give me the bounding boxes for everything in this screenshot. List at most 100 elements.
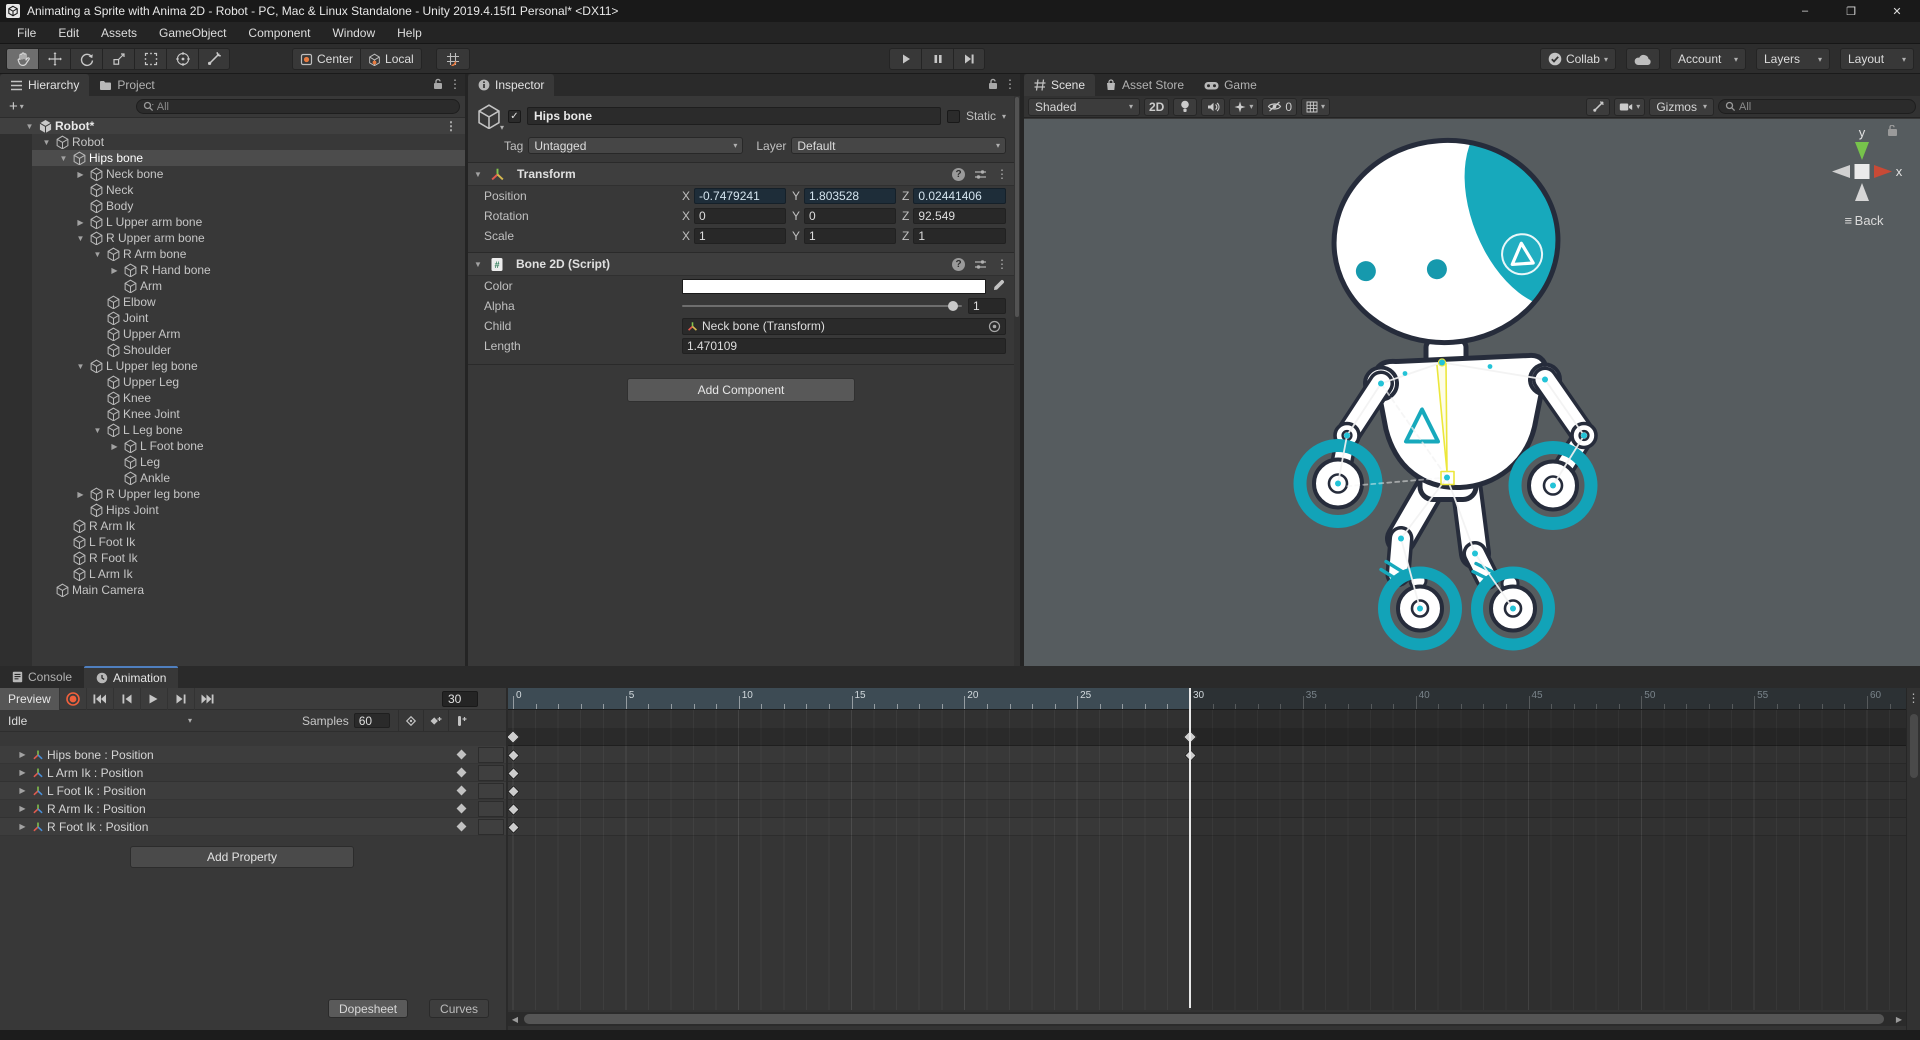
hierarchy-item-knee[interactable]: Knee [0, 390, 465, 406]
move-tool-button[interactable] [38, 48, 70, 70]
horizontal-scrollbar[interactable]: ◀ ▶ [508, 1012, 1906, 1026]
hierarchy-item-hips-bone[interactable]: ▼Hips bone [0, 150, 465, 166]
bone2d-component-header[interactable]: ▼ # Bone 2D (Script) ? ⋮ [468, 252, 1014, 276]
tab-game[interactable]: Game [1194, 74, 1267, 96]
panel-menu-icon[interactable]: ⋮ [1004, 77, 1016, 91]
transform-tool-button[interactable] [166, 48, 198, 70]
menu-gameobject[interactable]: GameObject [148, 22, 237, 44]
presets-icon[interactable] [974, 169, 987, 180]
hierarchy-item-shoulder[interactable]: Shoulder [0, 342, 465, 358]
keyframe-indicator-icon[interactable] [457, 804, 467, 814]
hierarchy-item-main-camera[interactable]: Main Camera [0, 582, 465, 598]
length-field[interactable]: 1.470109 [682, 338, 1006, 354]
menu-window[interactable]: Window [321, 22, 386, 44]
scrollbar-thumb[interactable] [524, 1014, 1884, 1024]
hierarchy-item-l-leg-bone[interactable]: ▼L Leg bone [0, 422, 465, 438]
foldout-icon[interactable]: ▼ [57, 154, 70, 163]
first-key-button[interactable] [86, 688, 113, 710]
hierarchy-item-r-hand-bone[interactable]: ▶R Hand bone [0, 262, 465, 278]
color-swatch[interactable] [682, 279, 986, 294]
foldout-icon[interactable]: ▶ [108, 266, 121, 275]
hierarchy-item-leg[interactable]: Leg [0, 454, 465, 470]
hierarchy-search-input[interactable] [157, 101, 453, 113]
scene-orientation-gizmo[interactable]: y x ≡ Back [1822, 125, 1906, 228]
keyframe-indicator-icon[interactable] [457, 750, 467, 760]
static-checkbox[interactable] [947, 110, 960, 123]
foldout-icon[interactable]: ▼ [74, 362, 87, 371]
account-dropdown[interactable]: Account▾ [1670, 48, 1746, 70]
timeline-ruler[interactable]: 051015202530354045505560 [508, 688, 1906, 710]
foldout-icon[interactable]: ▶ [74, 490, 87, 499]
menu-file[interactable]: File [6, 22, 47, 44]
vertical-scrollbar[interactable]: ⋮ [1906, 688, 1920, 1030]
tab-hierarchy[interactable]: Hierarchy [0, 74, 89, 96]
transform-component-header[interactable]: ▼ Transform ? ⋮ [468, 162, 1014, 186]
foldout-icon[interactable]: ▶ [108, 442, 121, 451]
foldout-icon[interactable]: ▼ [91, 250, 104, 259]
menu-edit[interactable]: Edit [47, 22, 90, 44]
foldout-icon[interactable]: ▶ [16, 768, 29, 777]
tab-scene[interactable]: Scene [1024, 74, 1095, 96]
samples-field[interactable]: 60 [354, 713, 390, 728]
scale-z-field[interactable]: 1 [913, 228, 1006, 244]
current-frame-field[interactable]: 30 [442, 691, 478, 707]
rotate-tool-button[interactable] [70, 48, 102, 70]
component-menu-icon[interactable]: ⋮ [996, 257, 1008, 271]
object-picker-icon[interactable] [988, 320, 1001, 333]
play-animation-button[interactable] [140, 688, 167, 710]
layers-dropdown[interactable]: Layers▾ [1756, 48, 1830, 70]
dopesheet-tab[interactable]: Dopesheet [328, 999, 408, 1018]
foldout-icon[interactable]: ▶ [16, 822, 29, 831]
hierarchy-item-l-upper-arm-bone[interactable]: ▶L Upper arm bone [0, 214, 465, 230]
record-button[interactable] [59, 688, 86, 710]
hierarchy-item-neck-bone[interactable]: ▶Neck bone [0, 166, 465, 182]
dopesheet-body[interactable] [508, 710, 1906, 1010]
scroll-left-icon[interactable]: ◀ [508, 1012, 522, 1026]
hierarchy-item-r-foot-ik[interactable]: R Foot Ik [0, 550, 465, 566]
hierarchy-item-neck[interactable]: Neck [0, 182, 465, 198]
hierarchy-item-hips-joint[interactable]: Hips Joint [0, 502, 465, 518]
lock-icon[interactable] [433, 78, 443, 90]
last-key-button[interactable] [194, 688, 221, 710]
keyframe-indicator-icon[interactable] [457, 768, 467, 778]
preview-button[interactable]: Preview [0, 688, 59, 710]
foldout-icon[interactable]: ▼ [23, 122, 36, 131]
component-tools-button[interactable] [1586, 98, 1610, 116]
rotation-z-field[interactable]: 92.549 [913, 208, 1006, 224]
rotation-y-field[interactable]: 0 [804, 208, 896, 224]
audio-toggle[interactable] [1201, 98, 1225, 116]
timeline-menu-icon[interactable]: ⋮ [1907, 691, 1920, 705]
foldout-icon[interactable]: ▶ [16, 786, 29, 795]
hierarchy-item-ankle[interactable]: Ankle [0, 470, 465, 486]
hierarchy-item-joint[interactable]: Joint [0, 310, 465, 326]
gizmos-dropdown[interactable]: Gizmos▾ [1649, 98, 1714, 116]
hierarchy-item-r-upper-leg-bone[interactable]: ▶R Upper leg bone [0, 486, 465, 502]
menu-assets[interactable]: Assets [90, 22, 148, 44]
scene-search-input[interactable] [1739, 101, 1909, 113]
gameobject-name-field[interactable] [527, 107, 941, 125]
panel-menu-icon[interactable]: ⋮ [449, 77, 461, 91]
scale-tool-button[interactable] [102, 48, 134, 70]
grid-snap-button[interactable] [436, 48, 470, 70]
static-dropdown-icon[interactable]: ▾ [1002, 112, 1006, 121]
tab-console[interactable]: Console [0, 666, 84, 688]
layer-dropdown[interactable]: Default▾ [791, 137, 1006, 154]
alpha-field[interactable]: 1 [968, 298, 1006, 314]
hierarchy-item-r-arm-ik[interactable]: R Arm Ik [0, 518, 465, 534]
minimize-button[interactable]: – [1782, 0, 1828, 22]
hierarchy-item-knee-joint[interactable]: Knee Joint [0, 406, 465, 422]
hierarchy-item-l-arm-ik[interactable]: L Arm Ik [0, 566, 465, 582]
anim-property-l-arm-ik-position[interactable]: ▶L Arm Ik : Position [0, 764, 506, 782]
play-button[interactable] [889, 48, 921, 70]
scale-y-field[interactable]: 1 [804, 228, 896, 244]
hand-tool-button[interactable] [6, 48, 38, 70]
cloud-button[interactable] [1626, 48, 1660, 70]
active-checkbox[interactable]: ✓ [508, 110, 521, 123]
foldout-icon[interactable]: ▶ [16, 750, 29, 759]
hierarchy-item-robot[interactable]: ▼Robot*⋮ [0, 118, 465, 134]
hierarchy-item-l-foot-bone[interactable]: ▶L Foot bone [0, 438, 465, 454]
foldout-icon[interactable]: ▼ [40, 138, 53, 147]
foldout-icon[interactable]: ▼ [74, 234, 87, 243]
eyedropper-icon[interactable] [990, 279, 1006, 293]
hierarchy-item-l-foot-ik[interactable]: L Foot Ik [0, 534, 465, 550]
